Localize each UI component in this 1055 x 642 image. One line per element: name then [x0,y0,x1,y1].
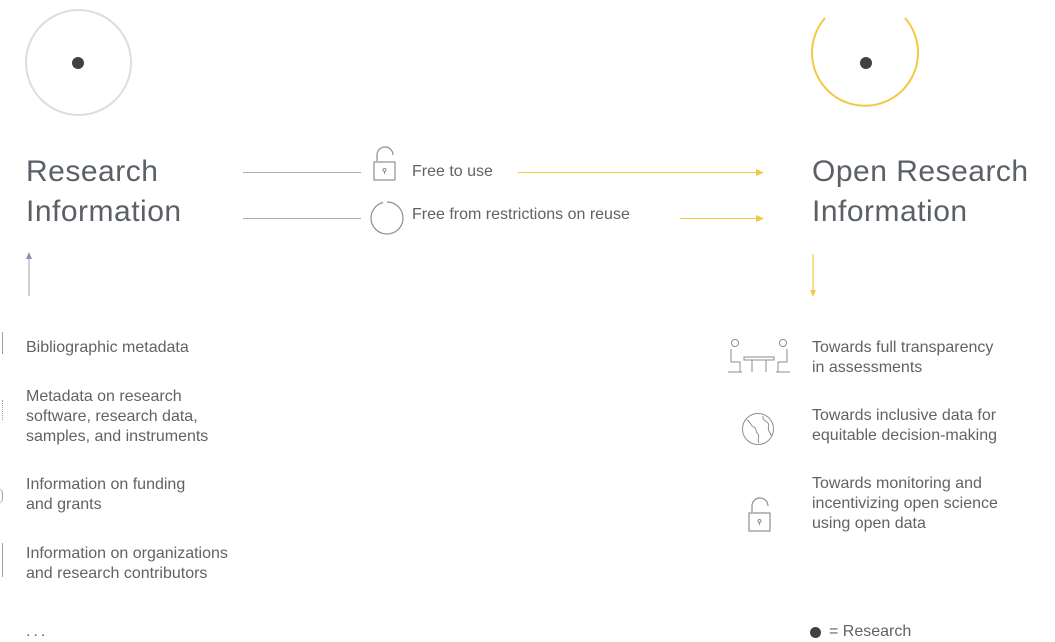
refresh-cycle-icon [370,201,404,235]
up-arrow-icon [26,252,32,296]
globe-icon [742,413,774,445]
meeting-table-icon [728,339,790,373]
unlocked-padlock-icon [373,146,396,181]
bracket-icon [0,488,3,504]
bracket-icon [0,332,3,354]
down-arrow-icon [810,254,816,297]
right-title: Open Research Information [812,155,1029,228]
connector-line-right-2 [680,218,758,219]
free-from-restrictions-label: Free from restrictions on reuse [412,206,630,223]
bracket-icon [0,543,3,577]
left-title: Research Information [26,155,182,228]
right-item-transparency: Towards full transparency in assessments [812,339,994,376]
research-dot-left [72,57,84,69]
left-item-organizations: Information on organizations and researc… [26,545,228,582]
connector-line-left-1 [243,172,361,173]
left-item-bibliographic: Bibliographic metadata [26,339,189,356]
left-item-funding: Information on funding and grants [26,476,186,513]
free-to-use-label: Free to use [412,163,493,180]
arrow-head-icon [756,215,764,222]
right-item-monitoring: Towards monitoring and incentivizing ope… [812,475,998,532]
left-ellipsis: ... [26,623,49,640]
right-item-inclusive: Towards inclusive data for equitable dec… [812,407,997,444]
padlock-icon [748,497,771,532]
bracket-icon [0,400,3,420]
left-item-metadata: Metadata on research software, research … [26,388,209,445]
connector-line-right-1 [518,172,758,173]
connector-line-left-2 [243,218,361,219]
research-dot-right [860,57,872,69]
legend-label: = Research [829,623,912,640]
arrow-head-icon [756,169,764,176]
legend-dot [810,627,821,638]
